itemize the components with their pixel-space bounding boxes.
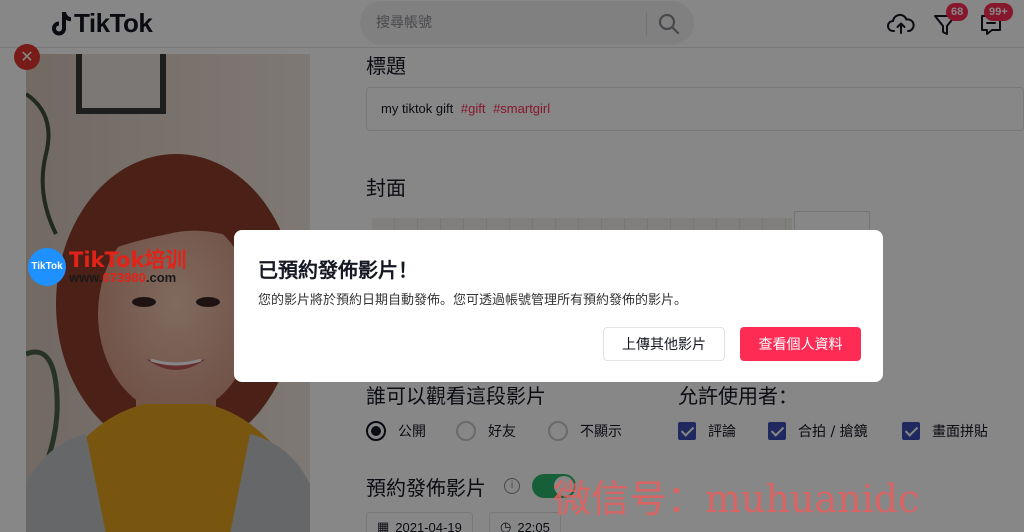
dialog-message: 您的影片將於預約日期自動發佈。您可透過帳號管理所有預約發佈的影片。 <box>258 293 688 308</box>
promo-url-highlight: 073980 <box>102 270 146 285</box>
promo-url: www.073980.com <box>69 270 176 285</box>
upload-page: TikTok 68 99+ <box>0 0 1024 532</box>
promo-url-prefix: www. <box>69 270 103 285</box>
upload-another-button[interactable]: 上傳其他影片 <box>603 327 725 361</box>
view-profile-button[interactable]: 查看個人資料 <box>740 327 861 361</box>
dialog-title: 已預約發佈影片！ <box>258 258 418 282</box>
wechat-watermark: 微信号：muhuanidc <box>553 477 920 521</box>
schedule-confirmation-dialog: 已預約發佈影片！ 您的影片將於預約日期自動發佈。您可透過帳號管理所有預約發佈的影… <box>234 230 883 382</box>
promo-url-suffix: .com <box>145 270 177 285</box>
promo-badge: TikTok <box>28 248 66 286</box>
